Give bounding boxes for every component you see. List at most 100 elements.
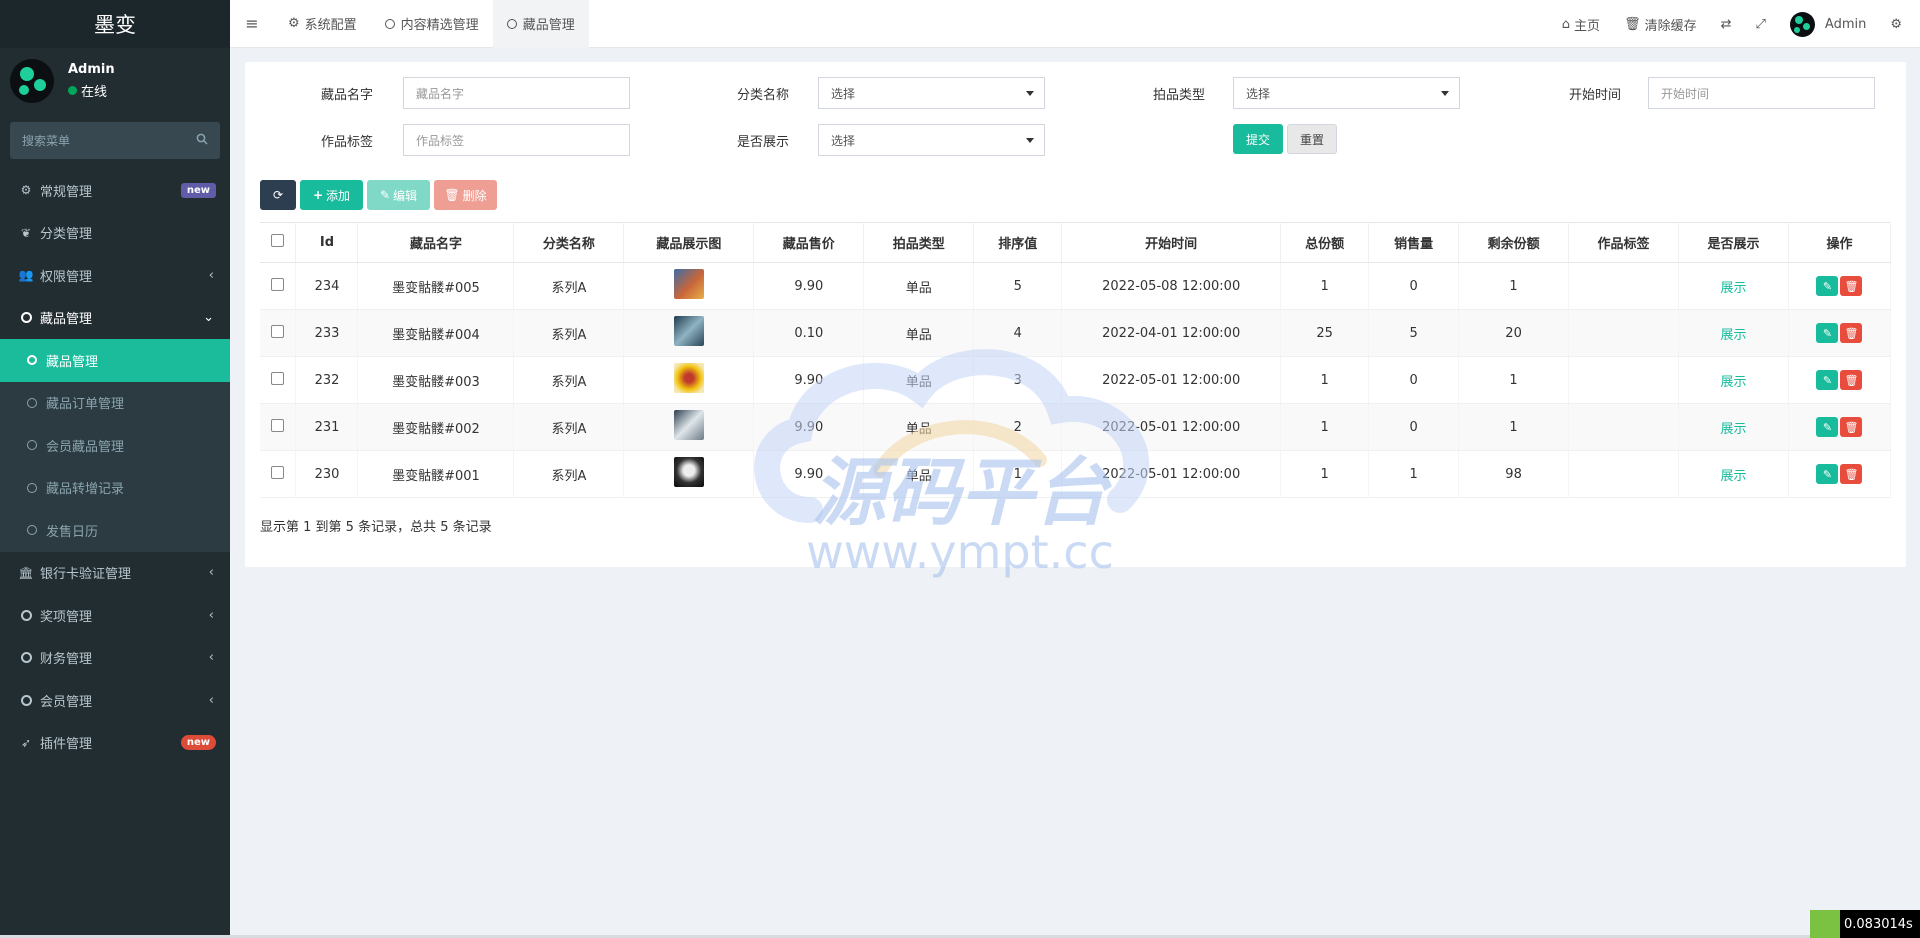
row-checkbox[interactable]	[271, 371, 285, 385]
reset-button[interactable]: 重置	[1287, 124, 1337, 154]
cell-price: 9.90	[753, 262, 865, 310]
row-edit-button[interactable]: ✎	[1816, 276, 1839, 296]
col-start-time[interactable]: 开始时间	[1061, 222, 1282, 263]
sidebar-item-general[interactable]: ⚙ 常规管理 new	[0, 169, 230, 212]
show-select[interactable]: 选择	[818, 124, 1045, 156]
user-menu[interactable]: Admin	[1778, 0, 1878, 48]
debug-timer[interactable]: 0.083014s	[1810, 910, 1920, 938]
col-sort[interactable]: 排序值	[973, 222, 1063, 263]
row-delete-button[interactable]: 🗑	[1840, 323, 1863, 343]
select-all-cell[interactable]	[260, 222, 297, 263]
collection-thumbnail[interactable]	[673, 269, 704, 299]
name-filter-input[interactable]: 藏品名字	[403, 77, 630, 109]
row-edit-button[interactable]: ✎	[1816, 370, 1839, 390]
row-delete-button[interactable]: 🗑	[1840, 464, 1863, 484]
cell-sort: 1	[973, 450, 1063, 498]
col-show[interactable]: 是否展示	[1678, 222, 1789, 263]
sidebar-item-permission[interactable]: 👥 权限管理 ‹	[0, 254, 230, 297]
row-delete-button[interactable]: 🗑	[1840, 276, 1863, 296]
col-id[interactable]: Id	[295, 222, 359, 263]
settings-icon[interactable]: ⚙	[1878, 0, 1920, 48]
circle-icon	[27, 525, 37, 536]
auction-type-select[interactable]: 选择	[1233, 77, 1460, 109]
col-image[interactable]: 藏品展示图	[623, 222, 755, 263]
col-category[interactable]: 分类名称	[513, 222, 625, 263]
chevron-left-icon: ‹	[208, 565, 214, 581]
sidebar-subitem-transfer[interactable]: 藏品转增记录	[0, 467, 230, 510]
language-icon[interactable]: ⇄	[1709, 0, 1744, 48]
show-link[interactable]: 展示	[1720, 469, 1746, 484]
cell-remaining: 1	[1458, 403, 1570, 451]
new-badge: new	[180, 182, 216, 198]
chevron-left-icon: ‹	[208, 692, 214, 708]
row-checkbox[interactable]	[271, 465, 285, 479]
sidebar-search-input[interactable]: 搜索菜单	[10, 122, 220, 159]
show-link[interactable]: 展示	[1720, 328, 1746, 343]
collection-thumbnail[interactable]	[673, 363, 704, 393]
cell-total: 1	[1280, 403, 1370, 451]
sidebar-subitem-orders[interactable]: 藏品订单管理	[0, 382, 230, 425]
sidebar-item-bank[interactable]: 🏛 银行卡验证管理 ‹	[0, 552, 230, 595]
cell-category: 系列A	[513, 262, 625, 310]
gear-icon: ⚙	[288, 16, 300, 31]
sidebar-item-collection[interactable]: 藏品管理 ⌄	[0, 297, 230, 340]
tag-filter-input[interactable]: 作品标签	[403, 124, 630, 156]
edit-button[interactable]: ✎ 编辑	[367, 180, 430, 210]
sidebar-subitem-member-collection[interactable]: 会员藏品管理	[0, 424, 230, 467]
fullscreen-icon[interactable]: ⤢	[1744, 0, 1778, 48]
collection-thumbnail[interactable]	[673, 457, 704, 487]
sidebar-item-finance[interactable]: 财务管理 ‹	[0, 637, 230, 680]
sidebar-item-plugin[interactable]: ➶ 插件管理 new	[0, 722, 230, 765]
category-select[interactable]: 选择	[818, 77, 1045, 109]
col-name[interactable]: 藏品名字	[357, 222, 515, 263]
sidebar-item-member[interactable]: 会员管理 ‹	[0, 679, 230, 722]
show-link[interactable]: 展示	[1720, 281, 1746, 296]
refresh-button[interactable]: ⟳	[260, 180, 296, 210]
start-time-input[interactable]: 开始时间	[1648, 77, 1875, 109]
row-delete-button[interactable]: 🗑	[1840, 417, 1863, 437]
sidebar-subitem-collection[interactable]: 藏品管理	[0, 339, 230, 382]
menu-toggle-icon[interactable]: ≡	[230, 0, 274, 48]
home-link[interactable]: ⌂ 主页	[1550, 0, 1612, 48]
collection-thumbnail[interactable]	[673, 316, 704, 346]
cell-tag	[1568, 356, 1679, 404]
add-button[interactable]: + 添加	[300, 180, 363, 210]
col-remaining[interactable]: 剩余份额	[1458, 222, 1570, 263]
collection-thumbnail[interactable]	[673, 410, 704, 440]
col-total[interactable]: 总份额	[1280, 222, 1370, 263]
cell-sort: 5	[973, 262, 1063, 310]
table-row: 230 墨变骷髅#001 系列A 9.90 单品 1 2022-05-01 12…	[260, 450, 1892, 498]
debugbar-logo-icon	[1810, 910, 1840, 938]
col-type[interactable]: 拍品类型	[863, 222, 975, 263]
cogs-icon: ⚙	[20, 183, 32, 198]
show-link[interactable]: 展示	[1720, 375, 1746, 390]
clear-cache-button[interactable]: 🗑 清除缓存	[1612, 0, 1709, 48]
col-tag[interactable]: 作品标签	[1568, 222, 1679, 263]
sidebar-item-category[interactable]: ❦ 分类管理	[0, 212, 230, 255]
row-checkbox[interactable]	[271, 277, 285, 291]
sidebar-subitem-calendar[interactable]: 发售日历	[0, 509, 230, 552]
row-edit-button[interactable]: ✎	[1816, 323, 1839, 343]
row-checkbox[interactable]	[271, 418, 285, 432]
tab-content-selection[interactable]: 内容精选管理	[371, 0, 493, 48]
show-link[interactable]: 展示	[1720, 422, 1746, 437]
cell-id: 233	[295, 309, 359, 357]
brand-logo[interactable]: 墨变	[0, 0, 230, 48]
delete-button[interactable]: 🗑 删除	[434, 180, 497, 210]
sidebar-item-prize[interactable]: 奖项管理 ‹	[0, 594, 230, 637]
cell-price: 9.90	[753, 356, 865, 404]
tab-system-config[interactable]: ⚙ 系统配置	[274, 0, 371, 48]
col-price[interactable]: 藏品售价	[753, 222, 865, 263]
row-edit-button[interactable]: ✎	[1816, 464, 1839, 484]
pencil-icon: ✎	[379, 188, 391, 202]
row-delete-button[interactable]: 🗑	[1840, 370, 1863, 390]
user-panel: Admin 在线	[0, 48, 230, 114]
select-all-checkbox[interactable]	[271, 234, 285, 247]
col-sold[interactable]: 销售量	[1368, 222, 1460, 263]
submit-button[interactable]: 提交	[1233, 124, 1283, 154]
circle-icon	[27, 440, 37, 451]
row-edit-button[interactable]: ✎	[1816, 417, 1839, 437]
row-checkbox[interactable]	[271, 324, 285, 338]
tab-collection[interactable]: 藏品管理	[492, 0, 589, 48]
cell-total: 1	[1280, 356, 1370, 404]
